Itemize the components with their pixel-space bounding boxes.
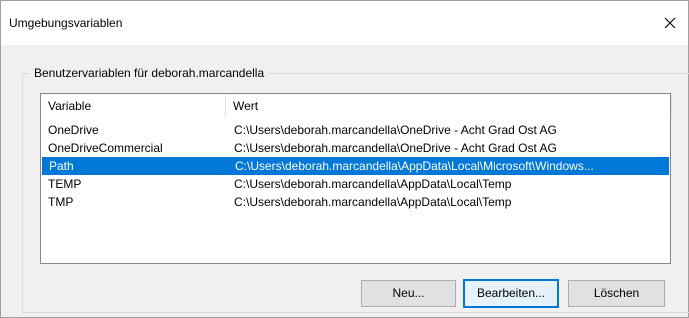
row-variable-value: C:\Users\deborah.marcandella\AppData\Loc… <box>234 177 512 191</box>
window-title: Umgebungsvariablen <box>9 16 123 30</box>
table-row[interactable]: TEMP C:\Users\deborah.marcandella\AppDat… <box>41 175 670 193</box>
row-variable-name: Path <box>49 159 74 173</box>
row-variable-value: C:\Users\deborah.marcandella\OneDrive - … <box>234 141 557 155</box>
row-variable-name: OneDrive <box>48 123 99 137</box>
list-rows: OneDrive C:\Users\deborah.marcandella\On… <box>41 121 670 211</box>
table-row[interactable]: OneDrive C:\Users\deborah.marcandella\On… <box>41 121 670 139</box>
row-variable-name: TEMP <box>48 177 82 191</box>
row-variable-value: C:\Users\deborah.marcandella\AppData\Loc… <box>234 195 512 209</box>
new-button[interactable]: Neu... <box>361 280 456 307</box>
row-variable-value: C:\Users\deborah.marcandella\OneDrive - … <box>234 123 557 137</box>
row-variable-value: C:\Users\deborah.marcandella\AppData\Loc… <box>235 159 594 173</box>
user-variables-list[interactable]: Variable Wert OneDrive C:\Users\deborah.… <box>40 93 672 264</box>
row-variable-name: OneDriveCommercial <box>48 141 163 155</box>
close-button[interactable] <box>652 1 688 45</box>
environment-variables-dialog: Umgebungsvariablen Benutzervariablen für… <box>0 0 689 318</box>
row-variable-name: TMP <box>48 195 74 209</box>
user-variables-group-label: Benutzervariablen für deborah.marcandell… <box>30 66 269 80</box>
list-header: Variable Wert <box>41 94 672 118</box>
title-bar: Umgebungsvariablen <box>1 1 688 45</box>
table-row[interactable]: TMP C:\Users\deborah.marcandella\AppData… <box>41 193 670 211</box>
edit-button[interactable]: Bearbeiten... <box>463 279 559 308</box>
table-row[interactable]: OneDriveCommercial C:\Users\deborah.marc… <box>41 139 670 157</box>
column-header-variable[interactable]: Variable <box>41 94 226 118</box>
column-header-value[interactable]: Wert <box>226 94 672 118</box>
delete-button[interactable]: Löschen <box>568 280 665 307</box>
table-row-selected[interactable]: Path C:\Users\deborah.marcandella\AppDat… <box>42 157 669 175</box>
close-icon <box>664 17 676 29</box>
